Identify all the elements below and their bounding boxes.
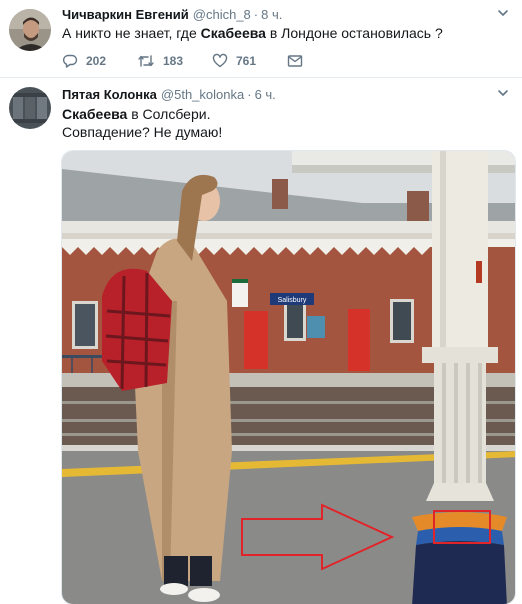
separator-dot: · (247, 87, 252, 102)
chevron-down-icon[interactable] (496, 86, 510, 100)
tweet-text-bold: Скабеева (200, 25, 266, 41)
avatar[interactable] (9, 9, 51, 51)
timestamp[interactable]: 8 ч. (261, 7, 282, 22)
envelope-icon (287, 53, 303, 69)
reply-count: 202 (86, 54, 107, 68)
reply-button[interactable]: 202 (62, 53, 137, 69)
like-count: 761 (236, 54, 257, 68)
like-button[interactable]: 761 (212, 53, 287, 69)
station-sign-text: Salisbury (278, 297, 307, 304)
heart-icon (212, 53, 228, 69)
separator-dot: · (253, 7, 259, 22)
retweet-button[interactable]: 183 (137, 53, 212, 69)
tweet-2[interactable]: Пятая Колонка @5th_kolonka · 6 ч. Скабее… (0, 78, 522, 604)
tweet-header: Пятая Колонка @5th_kolonka · 6 ч. (62, 87, 276, 102)
retweet-icon (137, 53, 155, 69)
tweet-text-part: в Солсбери. (127, 106, 211, 122)
tweet-1[interactable]: Чичваркин Евгений @chich_8 · 8 ч. А никт… (0, 0, 522, 78)
tweet-text-part: А никто не знает, где (62, 25, 201, 41)
reply-icon (62, 53, 78, 69)
tweet-photo[interactable]: Salisbury (61, 150, 516, 604)
author-name[interactable]: Пятая Колонка (62, 87, 157, 102)
avatar[interactable] (9, 87, 51, 129)
retweet-count: 183 (163, 54, 184, 68)
tweet-text-part: в Лондоне остановилась ? (265, 25, 443, 41)
tweet-actions: 202 183 761 (62, 53, 303, 69)
tweet-text-line-1: Скабеева в Солсбери. (62, 105, 210, 123)
author-handle[interactable]: @5th_kolonka (161, 87, 244, 102)
direct-message-button[interactable] (287, 53, 303, 69)
tweet-text: А никто не знает, где Скабеева в Лондоне… (62, 24, 443, 42)
timestamp[interactable]: 6 ч. (255, 87, 276, 102)
tweet-header: Чичваркин Евгений @chich_8 · 8 ч. (62, 7, 282, 22)
tweet-text-line-2: Совпадение? Не думаю! (62, 124, 223, 140)
tweet-text-bold: Скабеева (62, 106, 128, 122)
chevron-down-icon[interactable] (496, 6, 510, 20)
author-name[interactable]: Чичваркин Евгений (62, 7, 189, 22)
author-handle[interactable]: @chich_8 (193, 7, 251, 22)
platform-photo-illustration: Salisbury (62, 151, 515, 604)
